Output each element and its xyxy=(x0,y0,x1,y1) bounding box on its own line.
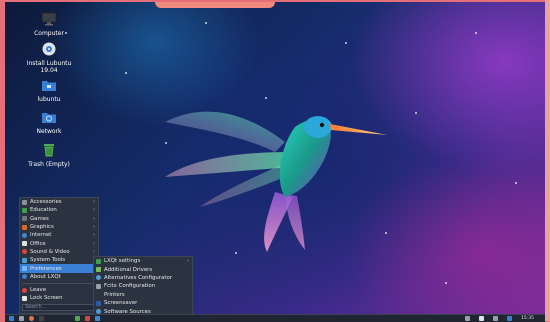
submenu-item-fcitx-configuration[interactable]: Fcitx Configuration xyxy=(94,282,192,290)
taskbar-clock[interactable]: 15:35 xyxy=(521,316,534,321)
submenu-item-alternatives-configurator[interactable]: Alternatives Configurator xyxy=(94,274,192,282)
menu-item-preferences[interactable]: Preferences› xyxy=(20,264,98,273)
leave-icon xyxy=(22,287,27,293)
games-icon xyxy=(22,216,27,222)
menu-item-leave[interactable]: Leave xyxy=(20,286,98,294)
submenu-item-printers[interactable]: Printers xyxy=(94,291,192,299)
trash-icon xyxy=(44,144,54,157)
chevron-right-icon: › xyxy=(93,215,95,222)
about-icon xyxy=(22,274,27,280)
workspace-icon[interactable] xyxy=(95,316,100,321)
office-icon xyxy=(22,241,27,247)
application-menu: Accessories › Education › Games › Graphics ›… xyxy=(19,197,99,314)
desktop-icon-label: lubuntu xyxy=(37,96,61,103)
lock-icon xyxy=(22,295,27,301)
chevron-right-icon: › xyxy=(93,207,95,214)
desktop-icon-home[interactable]: lubuntu xyxy=(17,78,81,103)
education-icon xyxy=(22,207,27,213)
menu-search-input[interactable]: Search... xyxy=(22,304,94,311)
chevron-right-icon: › xyxy=(187,258,189,265)
battery-tray-icon[interactable] xyxy=(493,316,498,321)
printer-icon xyxy=(96,292,101,298)
drivers-icon xyxy=(96,267,101,273)
sound-video-icon xyxy=(22,249,27,255)
browser-icon[interactable] xyxy=(29,316,34,321)
desktop-icon-label: Network xyxy=(36,128,62,135)
disc-icon xyxy=(42,42,56,56)
menu-item-system-tools[interactable]: System Tools› xyxy=(20,256,98,264)
submenu-item-additional-drivers[interactable]: Additional Drivers xyxy=(94,265,192,273)
chevron-right-icon: › xyxy=(93,232,95,239)
submenu-item-screensaver[interactable]: Screensaver xyxy=(94,299,192,307)
preferences-icon xyxy=(22,266,27,272)
accessories-icon xyxy=(22,199,27,205)
notification-tray-icon[interactable] xyxy=(507,316,512,321)
menu-item-about[interactable]: About LXQt xyxy=(20,273,98,281)
desktop-icon-label: Trash (Empty) xyxy=(28,161,70,168)
desktop-icon-trash[interactable]: Trash (Empty) xyxy=(17,143,81,168)
network-tray-icon[interactable] xyxy=(465,316,470,321)
computer-icon xyxy=(41,12,57,26)
workspace-icon[interactable] xyxy=(75,316,80,321)
chevron-right-icon: › xyxy=(93,199,95,206)
home-folder-icon xyxy=(42,81,56,91)
desktop-icon-computer[interactable]: Computer xyxy=(17,12,81,37)
desktop-icon-network[interactable]: Network xyxy=(17,110,81,135)
alternatives-icon xyxy=(96,275,101,281)
workspace-icon[interactable] xyxy=(85,316,90,321)
graphics-icon xyxy=(22,224,27,230)
system-tools-icon xyxy=(22,257,27,263)
page-border-right xyxy=(545,0,550,321)
desktop-icon-label: Computer xyxy=(34,30,64,37)
terminal-icon[interactable] xyxy=(39,316,44,321)
submenu-item-lxqt-settings[interactable]: LXQt settings › xyxy=(94,257,192,265)
menu-separator xyxy=(22,282,96,284)
menu-item-internet[interactable]: Internet › xyxy=(20,231,98,239)
menu-item-lock-screen[interactable]: Lock Screen xyxy=(20,294,98,302)
keyboard-icon xyxy=(96,283,101,289)
menu-item-sound-video[interactable]: Sound & Video › xyxy=(20,248,98,256)
chevron-right-icon: › xyxy=(93,248,95,255)
preferences-submenu: LXQt settings › Additional Drivers Altern… xyxy=(93,256,193,319)
chevron-right-icon: › xyxy=(93,240,95,247)
screensaver-icon xyxy=(96,300,101,306)
menu-item-accessories[interactable]: Accessories › xyxy=(20,198,98,206)
menu-item-games[interactable]: Games › xyxy=(20,215,98,223)
start-menu-icon[interactable] xyxy=(9,316,14,321)
menu-item-education[interactable]: Education › xyxy=(20,206,98,214)
chevron-right-icon: › xyxy=(93,224,95,231)
menu-item-office[interactable]: Office › xyxy=(20,239,98,247)
lxqt-settings-icon xyxy=(96,258,101,264)
desktop-icon-install[interactable]: Install Lubuntu 19.04 xyxy=(17,42,81,74)
menu-item-graphics[interactable]: Graphics › xyxy=(20,223,98,231)
desktop-icon-label: Install Lubuntu 19.04 xyxy=(26,60,72,74)
network-folder-icon xyxy=(42,113,56,123)
volume-tray-icon[interactable] xyxy=(479,316,484,321)
internet-icon xyxy=(22,232,27,238)
search-placeholder: Search... xyxy=(25,305,47,310)
file-manager-icon[interactable] xyxy=(19,316,24,321)
